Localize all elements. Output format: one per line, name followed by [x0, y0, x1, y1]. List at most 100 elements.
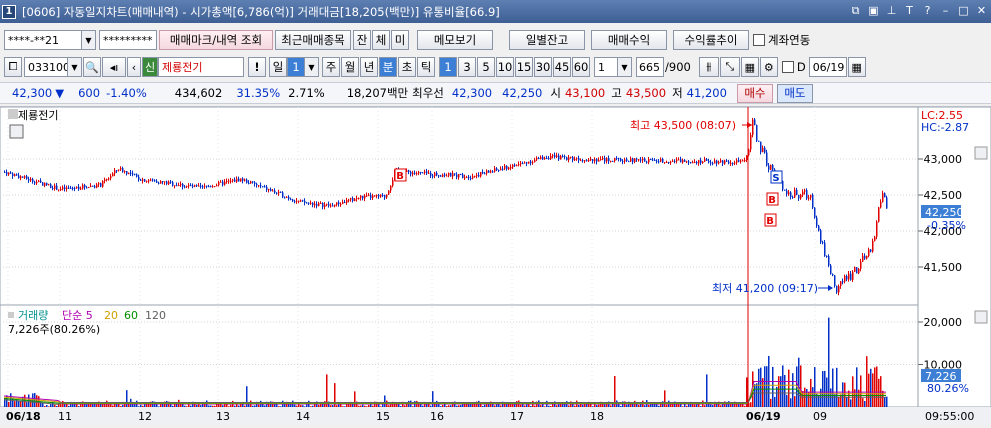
candle-body: [824, 242, 826, 256]
gear-icon[interactable]: ⚙: [759, 57, 778, 77]
period-second-button[interactable]: 초: [398, 57, 416, 77]
text-icon[interactable]: T: [902, 3, 917, 18]
candle-body: [266, 186, 268, 191]
minute-30-button[interactable]: 30: [534, 57, 552, 77]
candle-body: [578, 158, 580, 161]
minute-60-button[interactable]: 60: [572, 57, 590, 77]
alert-button[interactable]: !: [248, 57, 266, 77]
maximize-icon[interactable]: □: [956, 3, 971, 18]
minimize-icon[interactable]: –: [938, 3, 953, 18]
volume-bar: [840, 394, 842, 407]
time-label: 09:55:00: [925, 410, 974, 423]
volume-bar: [170, 404, 172, 407]
candle-body: [44, 182, 46, 186]
chart-svg[interactable]: 43,00042,50042,00041,50020,00010,00006/1…: [0, 106, 991, 425]
candle-body: [162, 181, 164, 183]
trade-marker-label: S: [772, 173, 779, 184]
candle-body: [792, 196, 794, 198]
chart-area[interactable]: 43,000 42,500 42,000 41,500 20,000 10,000 06/1…: [0, 106, 991, 425]
candle-body: [330, 205, 332, 207]
sound-icon[interactable]: ◂ı: [102, 57, 126, 77]
candle-body: [216, 185, 218, 187]
minute-5-button[interactable]: 5: [477, 57, 495, 77]
candle-type-icon[interactable]: ⫵: [698, 57, 719, 77]
period-minute-button[interactable]: 분: [379, 57, 397, 77]
period-month-button[interactable]: 월: [341, 57, 359, 77]
stock-code-input[interactable]: 033100: [24, 57, 68, 77]
chevron-down-icon[interactable]: ▼: [305, 57, 319, 77]
candle-body: [364, 195, 366, 199]
candle-body: [86, 187, 88, 189]
chevron-down-icon[interactable]: ▼: [68, 57, 82, 77]
period-tick-button[interactable]: 틱: [417, 57, 435, 77]
password-field[interactable]: *********: [99, 30, 157, 50]
link-icon[interactable]: ⧉: [848, 3, 863, 18]
candle-body: [640, 159, 642, 161]
period-year-button[interactable]: 년: [360, 57, 378, 77]
trade-mark-button[interactable]: 매매마크/내역 조회: [159, 30, 273, 50]
volume-bar: [138, 406, 140, 407]
daily-balance-button[interactable]: 일별잔고: [509, 30, 585, 50]
candle-body: [816, 217, 818, 226]
volume-bar: [54, 404, 56, 407]
date-checkbox[interactable]: [781, 61, 794, 73]
calendar-icon[interactable]: ▦: [847, 57, 866, 77]
executed-button[interactable]: 체: [372, 30, 390, 50]
candle-body: [382, 194, 384, 196]
minute-10-button[interactable]: 10: [496, 57, 514, 77]
grid-icon[interactable]: ▦: [740, 57, 759, 77]
unfilled-button[interactable]: 미: [391, 30, 409, 50]
account-link-checkbox[interactable]: [753, 34, 765, 46]
help-icon[interactable]: ?: [920, 3, 935, 18]
pin-icon[interactable]: ⊥: [884, 3, 899, 18]
trade-profit-button[interactable]: 매매수익: [591, 30, 667, 50]
volume-bar: [140, 404, 142, 407]
bars-input[interactable]: 665: [636, 57, 664, 77]
candle-body: [608, 158, 610, 162]
chevron-down-icon[interactable]: ▼: [618, 57, 632, 77]
candle-body: [524, 162, 526, 164]
volume-bar: [798, 357, 800, 407]
candle-body: [712, 163, 714, 165]
minute-1-button[interactable]: 1: [439, 57, 457, 77]
volume-bar: [78, 406, 80, 407]
volume-bar: [856, 367, 858, 407]
minute-3-button[interactable]: 3: [458, 57, 476, 77]
draw-tool-icon[interactable]: ⤡: [719, 57, 740, 77]
account-select[interactable]: ****-**21: [4, 30, 82, 50]
candle-body: [728, 161, 730, 164]
buy-button[interactable]: 매수: [736, 83, 773, 103]
profit-rate-button[interactable]: 수익률추이: [673, 30, 749, 50]
candle-body: [634, 158, 636, 162]
layout-icon[interactable]: ▣: [866, 3, 881, 18]
balance-button[interactable]: 잔: [353, 30, 371, 50]
sell-button[interactable]: 매도: [776, 83, 813, 103]
candle-body: [292, 199, 294, 202]
time-tick-label: 06/18: [6, 410, 41, 423]
stock-name-field[interactable]: 제룡전기: [158, 57, 244, 77]
search-icon[interactable]: 🔍: [83, 57, 101, 77]
memo-button[interactable]: 메모보기: [417, 30, 493, 50]
candle-body: [502, 168, 504, 170]
volume-bar: [784, 375, 786, 407]
date-input[interactable]: 06/19: [808, 57, 847, 77]
recent-trade-button[interactable]: 최근매매종목: [275, 30, 351, 50]
candle-body: [582, 160, 584, 162]
candle-body: [434, 172, 436, 176]
volume-bar: [868, 373, 870, 407]
period-day-button[interactable]: 일: [269, 57, 287, 77]
period-week-button[interactable]: 주: [322, 57, 340, 77]
window-icon[interactable]: ⧠: [4, 57, 22, 77]
count-input[interactable]: 1: [594, 57, 618, 77]
volume-summary: 7,226주(80.26%): [8, 323, 100, 336]
candle-body: [444, 174, 446, 176]
candle-body: [726, 160, 728, 162]
minute-45-button[interactable]: 45: [553, 57, 571, 77]
period-num-field[interactable]: 1: [287, 57, 305, 77]
chevron-down-icon[interactable]: ▼: [82, 30, 96, 50]
candle-body: [472, 176, 474, 179]
minute-15-button[interactable]: 15: [515, 57, 533, 77]
prev-icon[interactable]: ‹: [127, 57, 141, 77]
close-icon[interactable]: ✕: [974, 3, 989, 18]
candle-body: [136, 174, 138, 177]
